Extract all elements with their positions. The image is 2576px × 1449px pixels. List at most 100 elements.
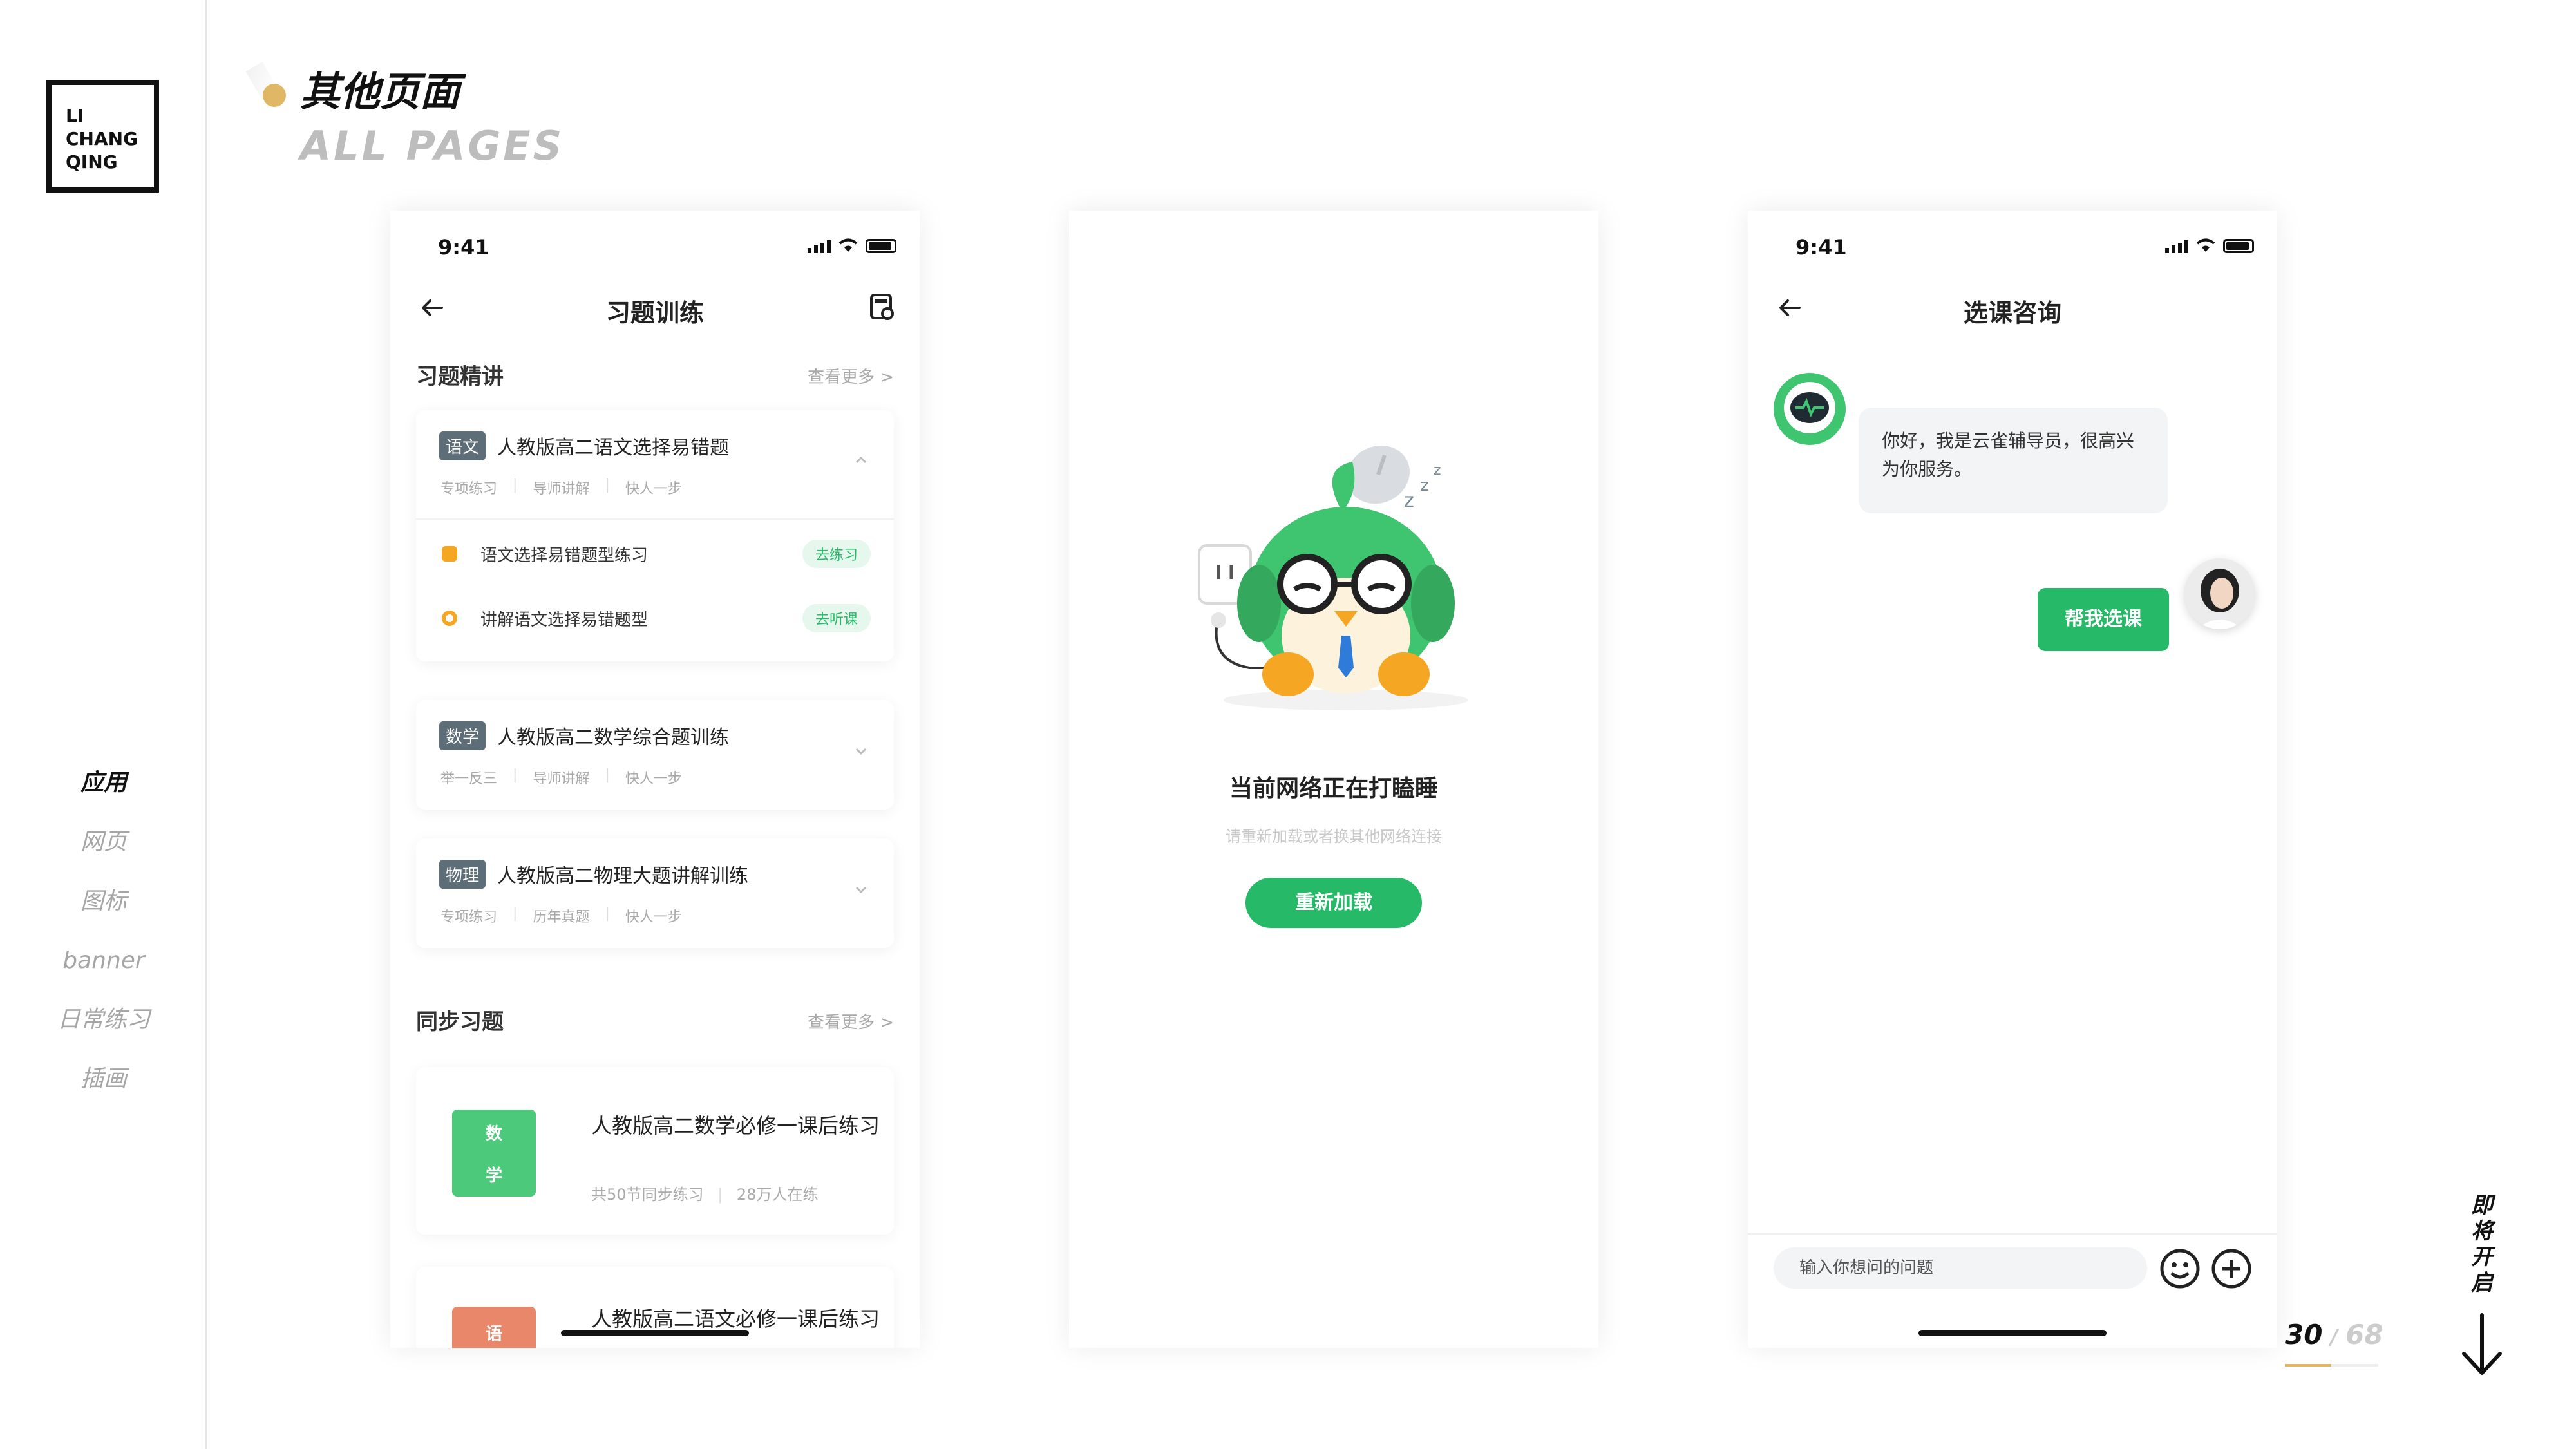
nav-bar: 习题训练 [390, 281, 920, 333]
page-progress-bar [2285, 1364, 2378, 1367]
chevron-down-icon[interactable] [851, 880, 871, 899]
section-title: 同步习题 [416, 1009, 504, 1035]
cellular-signal-icon [2165, 240, 2188, 253]
wifi-icon [2196, 238, 2215, 252]
view-more-link[interactable]: 查看更多 > [808, 1009, 894, 1033]
error-subtitle: 请重新加载或者换其他网络连接 [1226, 828, 1442, 846]
page-subtitle: ALL PAGES [300, 122, 565, 169]
meta-item: 专项练习 [440, 481, 498, 497]
meta-item: 快人一步 [625, 909, 682, 925]
coming-soon-char: 启 [2471, 1270, 2493, 1296]
meta-item: 导师讲解 [533, 771, 590, 787]
emoji-icon[interactable] [2159, 1247, 2201, 1290]
status-time: 9:41 [438, 235, 489, 260]
cellular-signal-icon [808, 240, 831, 253]
page-counter: 30/68 [2285, 1319, 2383, 1350]
nav-item-daily-practice[interactable]: 日常练习 [0, 990, 207, 1050]
svg-text:z: z [1420, 476, 1429, 495]
status-time: 9:41 [1795, 235, 1847, 260]
page-title: 其他页面 [300, 68, 460, 115]
row-label: 语文选择易错题型练习 [480, 545, 649, 565]
card-title: 人教版高二物理大题讲解训练 [497, 865, 749, 887]
section-header-sync: 同步习题 查看更多 > [416, 1004, 894, 1043]
user-portrait-icon [2184, 558, 2255, 629]
nav-item-apps[interactable]: 应用 [0, 753, 207, 813]
cover-char: 学 [485, 1166, 502, 1186]
meta-item: 历年真题 [533, 909, 590, 925]
phone-chat-screen: 9:41 选课咨询 你好，我是云雀辅导员，很高兴为你服务。 帮我选课 [1748, 211, 2277, 1348]
total-pages: 68 [2345, 1319, 2383, 1350]
reload-button[interactable]: 重新加载 [1245, 878, 1422, 928]
chat-input[interactable] [1774, 1247, 2147, 1289]
svg-text:z: z [1434, 462, 1441, 478]
course-card-math[interactable]: 数学 人教版高二数学综合题训练 举一反三 | 导师讲解 | 快人一步 [416, 700, 894, 810]
logo-line-1: LI [66, 105, 84, 126]
book-meta: 共50节同步练习 | 28万人在练 [591, 1186, 819, 1204]
play-icon [442, 611, 457, 626]
meta-item: 导师讲解 [533, 481, 590, 497]
exercise-icon [442, 546, 457, 562]
home-indicator [561, 1330, 749, 1336]
left-sidebar: LI CHANG QING 应用 网页 图标 banner 日常练习 插画 [0, 0, 207, 1449]
coming-soon-char: 开 [2471, 1244, 2493, 1270]
bot-message-bubble: 你好，我是云雀辅导员，很高兴为你服务。 [1859, 408, 2168, 513]
brand-logo: LI CHANG QING [46, 80, 159, 193]
lesson-row[interactable]: 语文选择易错题型练习 去练习 [442, 528, 871, 580]
cover-char: 语 [485, 1324, 502, 1344]
go-practice-button[interactable]: 去练习 [802, 540, 871, 568]
section-title: 习题精讲 [416, 364, 504, 390]
bot-avatar-icon [1774, 373, 1846, 445]
phone-practice-screen: 9:41 习题训练 习题精讲 查看更多 > 语文 人教版高二语文选择易错题 专项… [390, 211, 920, 1348]
card-meta: 专项练习 | 导师讲解 | 快人一步 [440, 477, 682, 497]
nav-item-banner[interactable]: banner [0, 931, 207, 990]
meta-item: 专项练习 [440, 909, 498, 925]
current-page: 30 [2285, 1319, 2323, 1350]
category-nav: 应用 网页 图标 banner 日常练习 插画 [0, 753, 207, 1109]
card-meta: 专项练习 | 历年真题 | 快人一步 [440, 905, 682, 925]
card-meta: 举一反三 | 导师讲解 | 快人一步 [440, 767, 682, 787]
subject-tag: 数学 [439, 721, 486, 750]
add-attachment-icon[interactable] [2210, 1247, 2253, 1290]
screen-title: 选课咨询 [1963, 299, 2061, 327]
meta-item: 举一反三 [440, 771, 498, 787]
chevron-down-icon[interactable] [851, 741, 871, 761]
nav-item-web[interactable]: 网页 [0, 813, 207, 872]
lesson-row[interactable]: 讲解语文选择易错题型 去听课 [442, 592, 871, 644]
meta-item: 共50节同步练习 [591, 1186, 704, 1204]
book-title: 人教版高二数学必修一课后练习 [591, 1113, 880, 1138]
course-card-chinese[interactable]: 语文 人教版高二语文选择易错题 专项练习 | 导师讲解 | 快人一步 语文选择易错题… [416, 410, 894, 661]
divider [416, 518, 894, 520]
course-card-physics[interactable]: 物理 人教版高二物理大题讲解训练 专项练习 | 历年真题 | 快人一步 [416, 838, 894, 948]
header-dot-icon [263, 84, 286, 107]
meta-item: 快人一步 [625, 771, 682, 787]
status-bar: 9:41 [1748, 230, 2277, 269]
coming-soon-char: 即 [2471, 1193, 2493, 1218]
logo-line-3: QING [66, 151, 118, 173]
nav-item-icons[interactable]: 图标 [0, 872, 207, 931]
book-item-math[interactable]: 数 学 人教版高二数学必修一课后练习 共50节同步练习 | 28万人在练 [416, 1067, 894, 1235]
chevron-up-icon[interactable] [851, 450, 871, 469]
card-title: 人教版高二语文选择易错题 [497, 437, 730, 459]
meta-item: 快人一步 [625, 481, 682, 497]
book-cover: 数 学 [452, 1110, 536, 1197]
subject-tag: 物理 [439, 859, 486, 889]
battery-icon [2223, 239, 2254, 253]
view-more-link[interactable]: 查看更多 > [808, 364, 894, 388]
coming-soon-char: 将 [2471, 1218, 2493, 1244]
user-avatar [2184, 558, 2255, 629]
phone-network-error-screen: z z z 当前网络正在打瞌睡 请重新加载或者换其他网络连接 重新加载 [1069, 211, 1598, 1348]
chat-input-bar [1748, 1233, 2277, 1298]
svg-text:z: z [1404, 489, 1414, 512]
meta-item: 28万人在练 [736, 1186, 819, 1204]
error-title: 当前网络正在打瞌睡 [1229, 775, 1438, 802]
arrow-down-icon[interactable] [2455, 1312, 2509, 1377]
card-title: 人教版高二数学综合题训练 [497, 726, 730, 749]
screen-title: 习题训练 [605, 299, 704, 327]
section-header-lectures: 习题精讲 查看更多 > [416, 359, 894, 397]
calculator-icon[interactable] [868, 293, 896, 321]
user-message-bubble[interactable]: 帮我选课 [2038, 588, 2169, 651]
book-title: 人教版高二语文必修一课后练习 [591, 1307, 880, 1331]
go-listen-button[interactable]: 去听课 [802, 604, 871, 632]
cover-char: 数 [485, 1124, 502, 1144]
nav-item-illustration[interactable]: 插画 [0, 1050, 207, 1109]
